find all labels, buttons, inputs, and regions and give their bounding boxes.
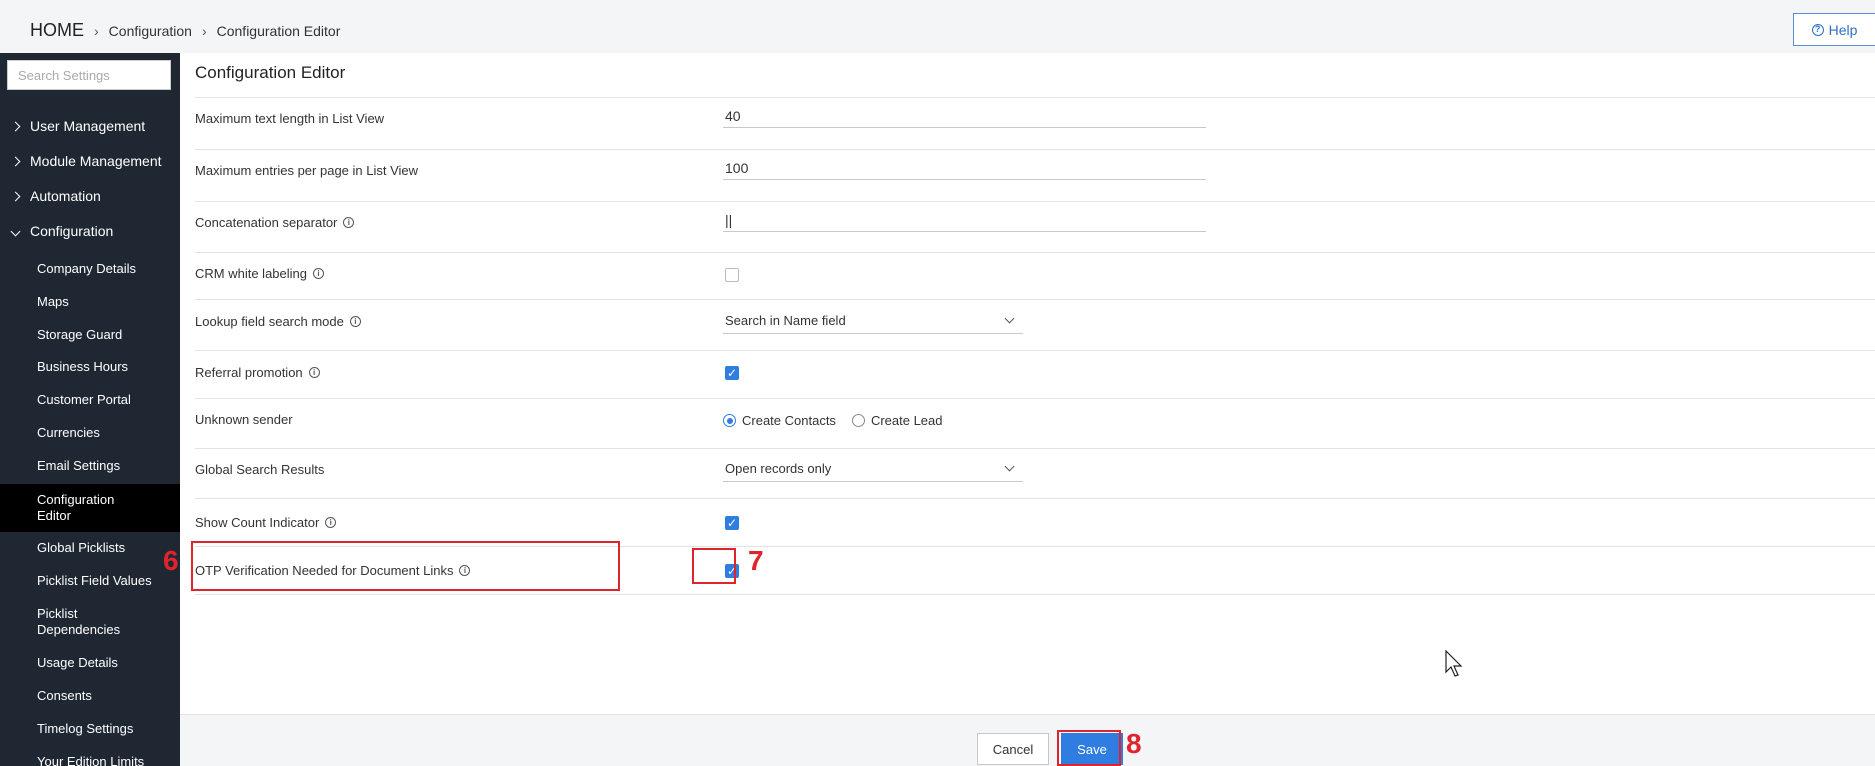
setting-label-text: Global Search Results: [195, 462, 325, 477]
referral-checkbox[interactable]: ✓: [725, 366, 739, 380]
info-icon[interactable]: i: [313, 268, 324, 279]
sidebar-item-usage-details[interactable]: Usage Details: [0, 655, 180, 671]
setting-row-global-search: Global Search Results Open records only: [195, 448, 1875, 498]
setting-label: Concatenation separator i: [195, 215, 355, 230]
setting-label-text: Show Count Indicator: [195, 515, 320, 530]
chevron-right-icon: ›: [94, 22, 99, 39]
info-icon[interactable]: i: [308, 367, 320, 378]
sidebar-item-picklist-field-values[interactable]: Picklist Field Values: [0, 573, 180, 589]
setting-label-text: Unknown sender: [195, 412, 293, 427]
setting-label: Referral promotion i: [195, 365, 320, 380]
annotation-box-save: [1057, 730, 1121, 766]
annotation-number: 6: [163, 545, 179, 576]
sidebar-group-configuration[interactable]: Configuration: [0, 216, 180, 246]
setting-label: Lookup field search mode i: [195, 314, 361, 329]
sidebar-item-customer-portal[interactable]: Customer Portal: [0, 392, 180, 408]
breadcrumb: HOME › Configuration › Configuration Edi…: [30, 20, 340, 41]
chevron-right-icon: ›: [201, 22, 207, 39]
sidebar-item-currencies[interactable]: Currencies: [0, 425, 180, 441]
create-lead-label[interactable]: Create Lead: [871, 413, 943, 428]
sidebar-item-global-picklists[interactable]: Global Picklists: [0, 540, 180, 556]
lookup-mode-select[interactable]: Search in Name field: [723, 308, 1023, 334]
sidebar-item-timelog-settings[interactable]: Timelog Settings: [0, 721, 180, 737]
top-bar: HOME › Configuration › Configuration Edi…: [0, 0, 1875, 60]
chevron-down-icon: [1004, 461, 1015, 472]
sidebar-group-label: Configuration: [30, 223, 114, 239]
setting-label-text: Referral promotion: [195, 365, 303, 380]
setting-label: CRM white labeling i: [195, 266, 324, 281]
page-title: Configuration Editor: [195, 63, 346, 82]
setting-row-white-labeling: CRM white labeling i: [195, 252, 1875, 299]
setting-label-text: Concatenation separator: [195, 215, 338, 230]
white-labeling-checkbox[interactable]: [725, 268, 739, 282]
create-contacts-radio[interactable]: [723, 414, 736, 427]
annotation-number: 8: [1126, 728, 1142, 759]
chevron-right-icon: [0, 189, 30, 203]
chevron-right-icon: [0, 119, 30, 133]
sidebar-group-label: User Management: [30, 118, 146, 134]
setting-row-referral: Referral promotion i ✓: [195, 350, 1875, 398]
create-lead-radio[interactable]: [851, 414, 865, 427]
help-button[interactable]: ? Help: [1793, 13, 1875, 46]
create-contacts-label[interactable]: Create Contacts: [742, 413, 836, 428]
setting-label-text: CRM white labeling: [195, 266, 307, 281]
annotation-box-otp-label: [191, 541, 620, 591]
sidebar-group-user-management[interactable]: User Management: [0, 111, 180, 141]
setting-row-max-text-length: Maximum text length in List View: [195, 97, 1875, 149]
sidebar-group-module-management[interactable]: Module Management: [0, 146, 180, 176]
setting-label-text: Lookup field search mode: [195, 314, 344, 329]
question-icon: ?: [1811, 23, 1824, 36]
sidebar-item-consents[interactable]: Consents: [0, 688, 180, 704]
search-settings-input[interactable]: [7, 60, 171, 90]
annotation-number: 7: [748, 545, 764, 576]
setting-label-text: Maximum entries per page in List View: [195, 163, 419, 178]
setting-label: Maximum text length in List View: [195, 111, 384, 126]
chevron-down-icon: [1004, 313, 1015, 324]
setting-row-count-indicator: Show Count Indicator i ✓: [195, 498, 1875, 546]
main-content: Configuration Editor Maximum text length…: [180, 53, 1875, 766]
lookup-mode-value: Search in Name field: [725, 313, 846, 328]
setting-row-concat-separator: Concatenation separator i: [195, 201, 1875, 252]
max-text-length-input[interactable]: [723, 104, 1206, 128]
setting-label: Show Count Indicator i: [195, 515, 337, 530]
setting-row-lookup-mode: Lookup field search mode i Search in Nam…: [195, 299, 1875, 350]
global-search-value: Open records only: [725, 461, 832, 476]
setting-row-unknown-sender: Unknown sender Create Contacts Create Le…: [195, 398, 1875, 448]
max-entries-input[interactable]: [723, 156, 1206, 180]
sidebar-item-business-hours[interactable]: Business Hours: [0, 359, 180, 375]
setting-label-text: Maximum text length in List View: [195, 111, 385, 126]
info-icon[interactable]: i: [325, 517, 337, 528]
sidebar-group-automation[interactable]: Automation: [0, 181, 180, 211]
sidebar-item-storage-guard[interactable]: Storage Guard: [0, 327, 180, 343]
chevron-down-icon: [0, 224, 30, 238]
sidebar-group-label: Automation: [30, 188, 101, 204]
sidebar-item-edition-limits[interactable]: Your Edition Limits: [0, 754, 180, 766]
breadcrumb-home[interactable]: HOME: [30, 20, 84, 41]
sidebar: User Management Module Management Automa…: [0, 53, 180, 766]
footer-bar: Cancel Save: [180, 714, 1875, 766]
info-icon[interactable]: i: [349, 316, 361, 327]
annotation-box-otp-checkbox: [692, 548, 736, 584]
sidebar-item-picklist-dependencies[interactable]: Picklist Dependencies: [0, 606, 180, 638]
cancel-button[interactable]: Cancel: [977, 733, 1049, 765]
sidebar-item-email-settings[interactable]: Email Settings: [0, 458, 180, 474]
help-label: Help: [1828, 21, 1858, 38]
sidebar-item-configuration-editor[interactable]: Configuration Editor: [0, 484, 180, 532]
unknown-sender-radio-group: Create Contacts Create Lead: [723, 413, 943, 428]
sidebar-group-label: Module Management: [30, 153, 162, 169]
setting-label: Maximum entries per page in List View: [195, 163, 418, 178]
setting-label: Unknown sender: [195, 412, 293, 427]
chevron-right-icon: [0, 154, 30, 168]
sidebar-item-maps[interactable]: Maps: [0, 294, 180, 310]
global-search-select[interactable]: Open records only: [723, 456, 1023, 482]
breadcrumb-current: Configuration Editor: [216, 22, 341, 39]
concat-separator-input[interactable]: [723, 208, 1206, 232]
setting-label: Global Search Results: [195, 462, 324, 477]
count-indicator-checkbox[interactable]: ✓: [725, 516, 739, 530]
setting-row-max-entries: Maximum entries per page in List View: [195, 149, 1875, 201]
info-icon[interactable]: i: [343, 217, 355, 228]
breadcrumb-configuration[interactable]: Configuration: [109, 23, 192, 39]
mouse-cursor-icon: [1445, 650, 1463, 677]
sidebar-item-company-details[interactable]: Company Details: [0, 261, 180, 277]
